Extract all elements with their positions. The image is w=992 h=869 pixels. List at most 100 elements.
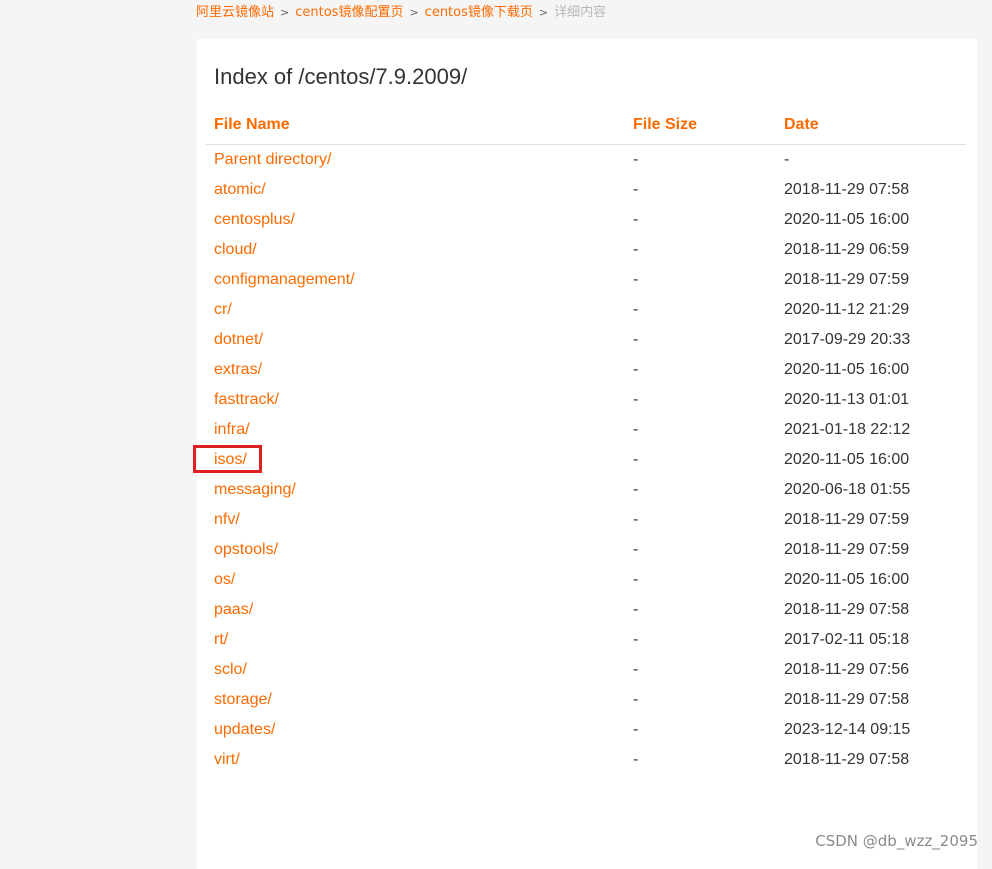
directory-link[interactable]: sclo/ (214, 660, 247, 680)
file-size-cell: - (633, 331, 639, 348)
directory-link[interactable]: nfv/ (214, 510, 240, 530)
table-row: fasttrack/ - 2020-11-13 01:01 (197, 385, 977, 415)
table-row: configmanagement/ - 2018-11-29 07:59 (197, 265, 977, 295)
file-size-cell: - (633, 631, 639, 648)
breadcrumb-separator: > (409, 6, 419, 19)
file-size-cell: - (633, 211, 639, 228)
directory-link[interactable]: fasttrack/ (214, 390, 279, 410)
date-cell: 2021-01-18 22:12 (784, 421, 911, 438)
date-cell: 2018-11-29 07:59 (784, 511, 910, 528)
file-size-cell: - (633, 241, 639, 258)
table-row: sclo/ - 2018-11-29 07:56 (197, 655, 977, 685)
table-row: isos/-2020-11-05 16:00 (197, 445, 977, 475)
directory-link[interactable]: os/ (214, 570, 235, 590)
file-size-cell: - (633, 481, 639, 498)
directory-link[interactable]: configmanagement/ (214, 270, 355, 290)
file-size-cell: - (633, 361, 639, 378)
parent-directory-link[interactable]: Parent directory/ (214, 150, 331, 170)
file-size-cell: - (633, 151, 639, 168)
table-row: messaging/ - 2020-06-18 01:55 (197, 475, 977, 505)
date-cell: 2018-11-29 06:59 (784, 241, 910, 258)
file-size-cell: - (633, 511, 639, 528)
table-header: File Name File Size Date (206, 111, 966, 145)
table-row: infra/ - 2021-01-18 22:12 (197, 415, 977, 445)
directory-link[interactable]: cloud/ (214, 240, 257, 260)
file-size-cell: - (633, 451, 639, 468)
breadcrumb-item-mirror-site[interactable]: 阿里云镜像站 (196, 5, 274, 20)
file-size-cell: - (633, 751, 639, 768)
directory-link[interactable]: centosplus/ (214, 210, 295, 230)
directory-link[interactable]: paas/ (214, 600, 253, 620)
breadcrumb-separator: > (280, 6, 290, 19)
file-size-cell: - (633, 421, 639, 438)
date-cell: 2020-06-18 01:55 (784, 481, 911, 498)
watermark: CSDN @db_wzz_2095 (815, 832, 978, 850)
table-row: cloud/ - 2018-11-29 06:59 (197, 235, 977, 265)
breadcrumb-item-centos-config[interactable]: centos镜像配置页 (295, 5, 403, 20)
directory-link[interactable]: cr/ (214, 300, 232, 320)
table-row: rt/ - 2017-02-11 05:18 (197, 625, 977, 655)
content-panel: Index of /centos/7.9.2009/ File Name Fil… (197, 39, 977, 869)
table-row: atomic/ - 2018-11-29 07:58 (197, 175, 977, 205)
table-row: storage/ - 2018-11-29 07:58 (197, 685, 977, 715)
file-size-cell: - (633, 391, 639, 408)
directory-link[interactable]: updates/ (214, 720, 275, 740)
date-cell: 2017-02-11 05:18 (784, 631, 910, 648)
directory-link[interactable]: atomic/ (214, 180, 266, 200)
breadcrumb: 阿里云镜像站 > centos镜像配置页 > centos镜像下载页 > 详细内容 (196, 4, 606, 22)
highlight-box-isos (193, 445, 262, 473)
breadcrumb-item-centos-download[interactable]: centos镜像下载页 (425, 5, 533, 20)
file-size-cell: - (633, 571, 639, 588)
table-row: paas/ - 2018-11-29 07:58 (197, 595, 977, 625)
table-row: virt/ - 2018-11-29 07:58 (197, 745, 977, 775)
file-size-cell: - (633, 691, 639, 708)
directory-link[interactable]: dotnet/ (214, 330, 263, 350)
date-cell: 2020-11-05 16:00 (784, 571, 910, 588)
table-row: dotnet/ - 2017-09-29 20:33 (197, 325, 977, 355)
directory-link[interactable]: messaging/ (214, 480, 296, 500)
file-size-cell: - (633, 301, 639, 318)
date-cell: 2018-11-29 07:58 (784, 601, 910, 618)
date-cell: 2018-11-29 07:58 (784, 181, 910, 198)
directory-link[interactable]: virt/ (214, 750, 240, 770)
date-cell: 2018-11-29 07:58 (784, 691, 910, 708)
date-cell: 2020-11-05 16:00 (784, 361, 910, 378)
directory-link[interactable]: extras/ (214, 360, 262, 380)
table-row: os/ - 2020-11-05 16:00 (197, 565, 977, 595)
date-cell: 2020-11-05 16:00 (784, 211, 910, 228)
file-size-cell: - (633, 661, 639, 678)
table-row: opstools/ - 2018-11-29 07:59 (197, 535, 977, 565)
date-cell: 2018-11-29 07:59 (784, 541, 910, 558)
page-title: Index of /centos/7.9.2009/ (214, 64, 468, 89)
date-cell: - (784, 151, 790, 168)
file-size-cell: - (633, 271, 639, 288)
directory-link[interactable]: storage/ (214, 690, 272, 710)
file-size-cell: - (633, 721, 639, 738)
date-cell: 2023-12-14 09:15 (784, 721, 911, 738)
file-size-cell: - (633, 541, 639, 558)
table-row: updates/ - 2023-12-14 09:15 (197, 715, 977, 745)
column-header-file-name: File Name (214, 116, 290, 133)
breadcrumb-separator: > (538, 6, 549, 19)
date-cell: 2020-11-13 01:01 (784, 391, 910, 408)
table-row: cr/ - 2020-11-12 21:29 (197, 295, 977, 325)
file-size-cell: - (633, 601, 639, 618)
table-row: nfv/ - 2018-11-29 07:59 (197, 505, 977, 535)
date-cell: 2018-11-29 07:59 (784, 271, 910, 288)
date-cell: 2020-11-12 21:29 (784, 301, 910, 318)
directory-link[interactable]: opstools/ (214, 540, 278, 560)
date-cell: 2018-11-29 07:56 (784, 661, 910, 678)
column-header-date: Date (784, 116, 819, 133)
date-cell: 2018-11-29 07:58 (784, 751, 910, 768)
directory-link[interactable]: rt/ (214, 630, 228, 650)
file-size-cell: - (633, 181, 639, 198)
table-row: Parent directory/ - - (197, 145, 977, 175)
table-row: extras/ - 2020-11-05 16:00 (197, 355, 977, 385)
date-cell: 2020-11-05 16:00 (784, 451, 910, 468)
column-header-file-size: File Size (633, 116, 698, 133)
file-list: Parent directory/ - - atomic/ - 2018-11-29 07… (197, 145, 977, 775)
date-cell: 2017-09-29 20:33 (784, 331, 911, 348)
directory-link[interactable]: infra/ (214, 420, 250, 440)
table-row: centosplus/ - 2020-11-05 16:00 (197, 205, 977, 235)
breadcrumb-current: 详细内容 (554, 5, 607, 20)
